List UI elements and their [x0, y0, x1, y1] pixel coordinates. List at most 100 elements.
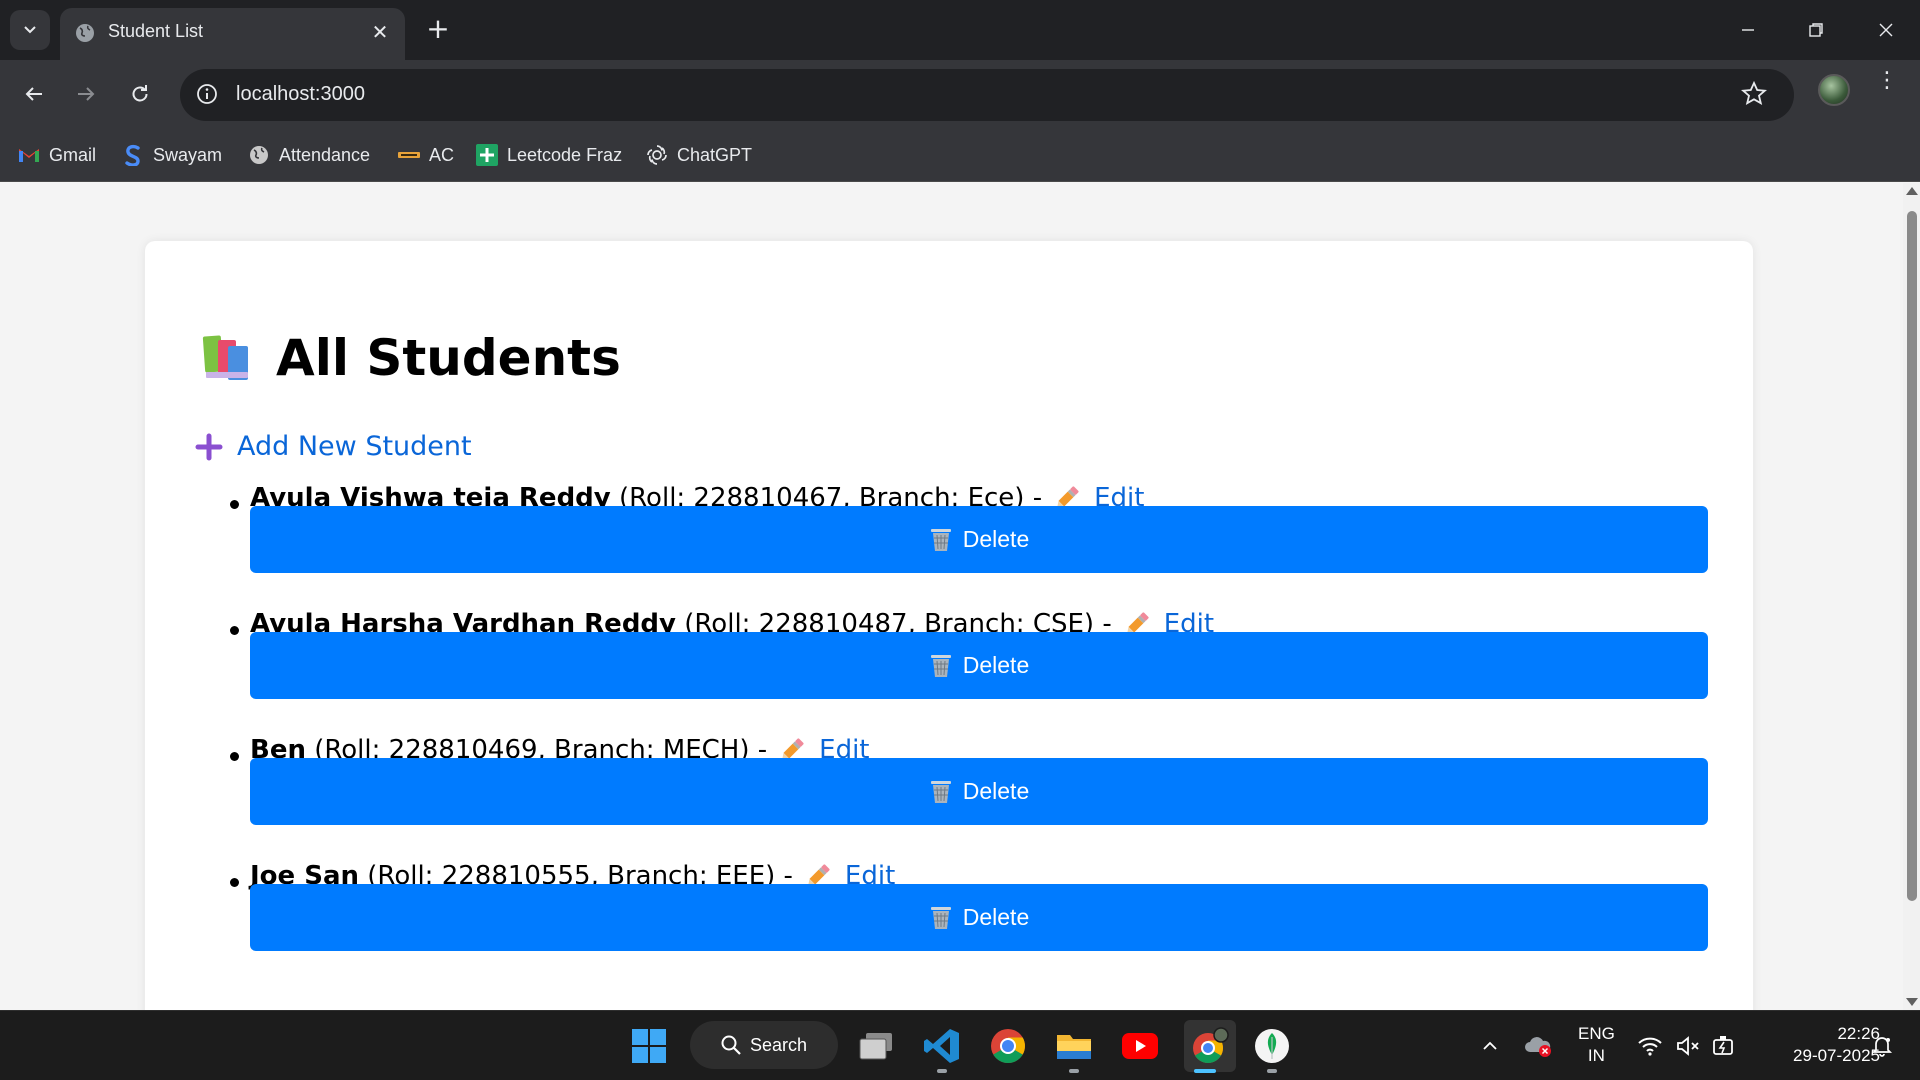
input-language-indicator[interactable]: ENG IN — [1578, 1023, 1615, 1067]
vscode-app[interactable] — [920, 1024, 964, 1068]
bookmark-ac[interactable]: AC — [398, 142, 454, 168]
taskbar-search-label: Search — [750, 1034, 808, 1055]
delete-button[interactable]: Delete — [250, 884, 1708, 951]
chrome-app[interactable] — [986, 1024, 1030, 1068]
globe-icon — [248, 144, 270, 166]
page-heading: All Students — [198, 329, 621, 387]
restore-button[interactable] — [1786, 10, 1846, 50]
plus-icon — [195, 433, 223, 460]
browser-toolbar: localhost:3000 ⋮ — [0, 60, 1920, 128]
wifi-icon — [1638, 1037, 1662, 1056]
wifi-status[interactable] — [1630, 1024, 1670, 1068]
url-text[interactable]: localhost:3000 — [236, 83, 365, 106]
site-info-icon[interactable] — [194, 81, 220, 107]
minimize-button[interactable] — [1718, 10, 1778, 50]
chevron-up-icon — [1483, 1041, 1497, 1050]
list-item: Joe San (Roll: 228810555, Branch: EEE) -… — [230, 861, 1710, 993]
wastebasket-icon — [930, 528, 951, 551]
bookmark-label: ChatGPT — [677, 144, 753, 165]
show-hidden-icons-button[interactable] — [1470, 1024, 1510, 1068]
reload-icon — [132, 85, 148, 102]
add-new-student-label: Add New Student — [237, 431, 472, 462]
bookmark-label: Leetcode Fraz — [507, 144, 623, 165]
list-bullet — [230, 752, 239, 761]
arrow-right-icon — [78, 87, 95, 101]
list-item: Ben (Roll: 228810469, Branch: MECH) - Ed… — [230, 735, 1710, 867]
browser-tab-strip: Student List ✕ + — [0, 0, 1920, 60]
reload-button[interactable] — [120, 74, 160, 114]
list-bullet — [230, 626, 239, 635]
page-title: All Students — [276, 329, 621, 387]
bookmark-swayam[interactable]: Swayam — [122, 142, 222, 168]
mongodb-leaf-icon — [1255, 1029, 1289, 1063]
notifications-button[interactable] — [1862, 1024, 1902, 1068]
start-button[interactable] — [627, 1024, 671, 1068]
active-tab[interactable]: Student List ✕ — [60, 8, 405, 60]
delete-button[interactable]: Delete — [250, 632, 1708, 699]
file-explorer-app[interactable] — [1052, 1024, 1096, 1068]
list-bullet — [230, 500, 239, 509]
forward-button[interactable] — [66, 74, 106, 114]
vertical-scrollbar[interactable] — [1903, 183, 1920, 1010]
chatgpt-icon — [646, 144, 668, 166]
bookmark-label: Swayam — [153, 144, 223, 165]
close-window-button[interactable] — [1856, 10, 1916, 50]
task-view-button[interactable] — [854, 1024, 898, 1068]
bookmarks-bar: Gmail Swayam Attendance AC Leetcode Fraz… — [0, 128, 1920, 182]
tab-search-button[interactable] — [10, 10, 50, 50]
globe-icon — [76, 24, 94, 42]
scroll-up-arrow-icon[interactable] — [1906, 187, 1918, 195]
onedrive-status[interactable] — [1518, 1024, 1558, 1068]
scrollbar-thumb[interactable] — [1907, 211, 1917, 901]
bookmark-label: AC — [429, 144, 455, 165]
mongodb-compass-app[interactable] — [1250, 1024, 1294, 1068]
language-code: ENG — [1578, 1024, 1615, 1043]
bookmark-attendance[interactable]: Attendance — [248, 142, 370, 168]
youtube-icon — [1122, 1033, 1158, 1059]
volume-status[interactable] — [1668, 1024, 1708, 1068]
address-bar[interactable]: localhost:3000 — [180, 69, 1794, 121]
green-plus-icon — [476, 144, 498, 166]
books-icon — [202, 335, 248, 380]
wastebasket-icon — [930, 654, 951, 677]
scroll-down-arrow-icon[interactable] — [1906, 998, 1918, 1006]
wastebasket-icon — [930, 780, 951, 803]
bookmark-leetcode-fraz[interactable]: Leetcode Fraz — [476, 142, 622, 168]
bookmark-label: Attendance — [279, 144, 371, 165]
delete-label: Delete — [962, 778, 1030, 804]
battery-status[interactable] — [1704, 1024, 1744, 1068]
cloud-error-icon — [1525, 1037, 1551, 1057]
add-new-student-link[interactable]: Add New Student — [195, 431, 472, 462]
tab-title: Student List — [108, 21, 204, 41]
battery-charging-icon — [1713, 1036, 1733, 1055]
list-bullet — [230, 878, 239, 887]
chevron-down-icon — [24, 26, 36, 34]
gmail-icon — [18, 144, 40, 166]
taskbar-search-button[interactable]: Search — [690, 1021, 838, 1069]
youtube-app[interactable] — [1118, 1024, 1162, 1068]
app-active-indicator — [1194, 1069, 1216, 1073]
close-icon — [1879, 23, 1893, 37]
tab-close-icon[interactable]: ✕ — [367, 20, 393, 46]
back-button[interactable] — [14, 74, 54, 114]
speaker-muted-icon — [1677, 1036, 1699, 1056]
bookmark-gmail[interactable]: Gmail — [18, 142, 96, 168]
bookmark-star-icon[interactable] — [1740, 80, 1768, 108]
delete-button[interactable]: Delete — [250, 758, 1708, 825]
chrome-profile-app[interactable] — [1184, 1020, 1236, 1072]
notification-bell-icon — [1871, 1037, 1893, 1057]
ac-icon — [398, 144, 420, 166]
bookmark-chatgpt[interactable]: ChatGPT — [646, 142, 752, 168]
student-list: Avula Vishwa teja Reddy (Roll: 228810467… — [230, 483, 1710, 993]
delete-label: Delete — [962, 526, 1030, 552]
browser-menu-icon[interactable]: ⋮ — [1876, 70, 1898, 92]
minimize-icon — [1742, 29, 1754, 31]
page-viewport: All Students Add New Student Avula Vishw… — [0, 183, 1920, 1010]
restore-icon — [1809, 23, 1823, 37]
new-tab-button[interactable]: + — [422, 14, 454, 44]
windows-taskbar: Search ENG IN 22:26 29-07-2025 — [0, 1010, 1920, 1080]
delete-button[interactable]: Delete — [250, 506, 1708, 573]
app-running-indicator — [937, 1069, 947, 1073]
wastebasket-icon — [930, 906, 951, 929]
profile-avatar[interactable] — [1818, 74, 1850, 106]
